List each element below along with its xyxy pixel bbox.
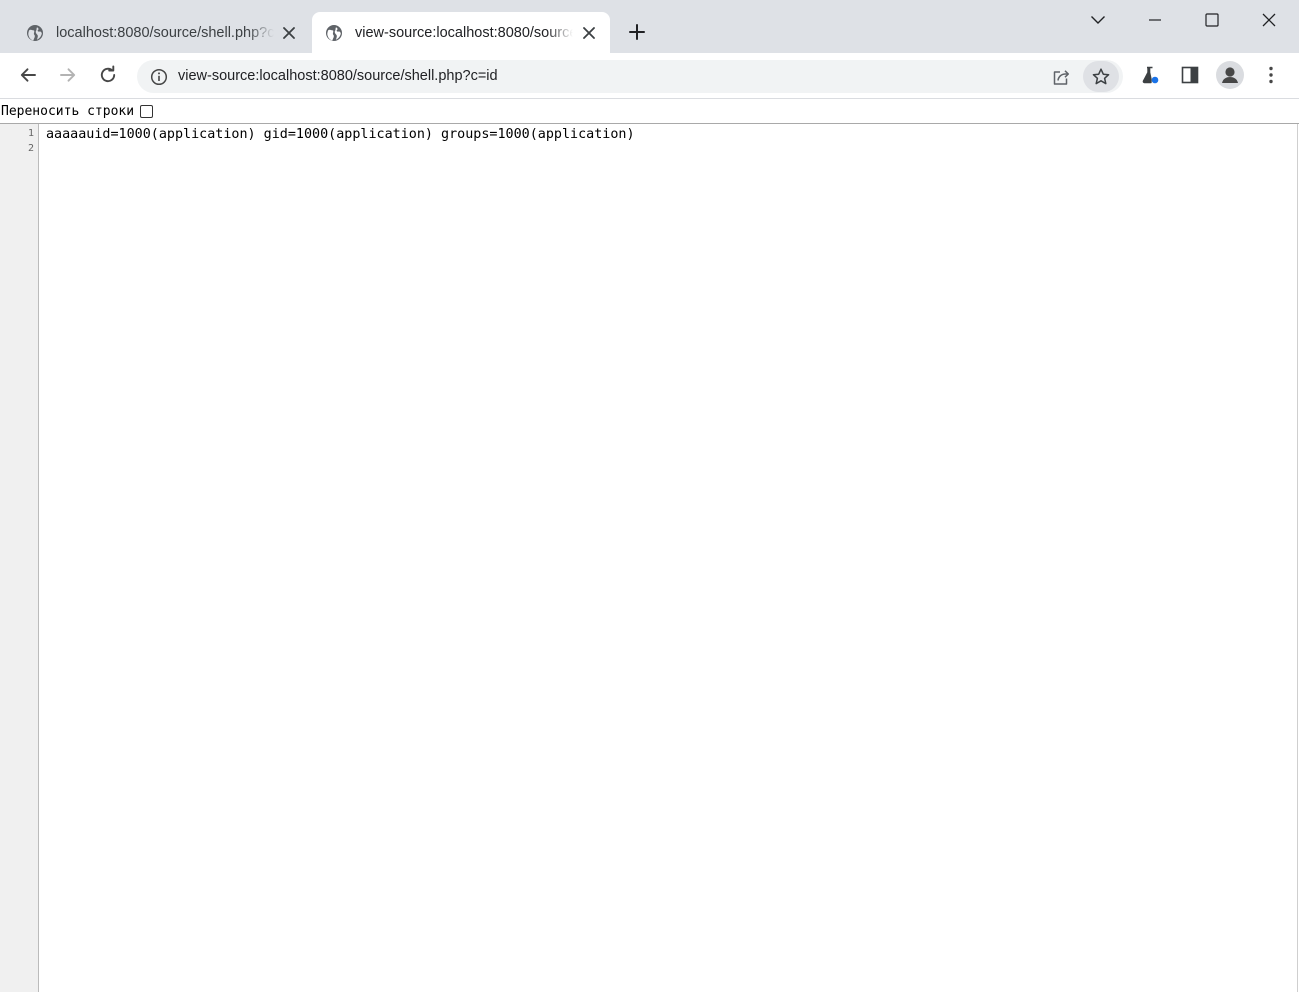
close-icon[interactable] xyxy=(280,24,298,42)
source-line: 1 aaaaauid=1000(application) gid=1000(ap… xyxy=(0,124,1298,142)
plus-icon xyxy=(629,24,645,40)
kebab-menu-icon xyxy=(1269,66,1273,84)
back-button[interactable] xyxy=(11,58,45,92)
forward-arrow-icon xyxy=(60,68,76,82)
tab-title: localhost:8080/source/shell.php?c=id xyxy=(56,24,274,41)
labs-button[interactable] xyxy=(1133,58,1167,92)
reload-button[interactable] xyxy=(91,58,125,92)
page-content: Переносить строки 1 aaaaauid=1000(applic… xyxy=(0,99,1299,992)
reload-icon xyxy=(100,65,116,83)
profile-button[interactable] xyxy=(1213,58,1247,92)
tab-search-button[interactable] xyxy=(1075,2,1121,38)
star-icon xyxy=(1092,67,1110,84)
tab-strip: localhost:8080/source/shell.php?c=id vie… xyxy=(0,0,1299,53)
close-icon[interactable] xyxy=(580,24,598,42)
back-arrow-icon xyxy=(20,68,36,82)
tab-view-source[interactable]: view-source:localhost:8080/source/shell.… xyxy=(312,12,610,53)
minimize-icon xyxy=(1149,19,1161,21)
browser-window: localhost:8080/source/shell.php?c=id vie… xyxy=(0,0,1299,992)
line-wrap-form: Переносить строки xyxy=(0,99,1299,124)
bookmark-button[interactable] xyxy=(1083,61,1119,92)
share-button[interactable] xyxy=(1046,62,1076,92)
close-window-button[interactable] xyxy=(1246,2,1292,38)
line-wrap-label[interactable]: Переносить строки xyxy=(0,104,134,119)
maximize-icon xyxy=(1205,13,1219,27)
new-tab-button[interactable] xyxy=(623,18,651,46)
share-icon xyxy=(1053,70,1070,85)
line-wrap-checkbox[interactable] xyxy=(140,104,154,118)
address-bar[interactable]: view-source:localhost:8080/source/shell.… xyxy=(137,60,1123,93)
globe-icon xyxy=(325,24,343,42)
avatar-icon xyxy=(1222,67,1238,83)
globe-icon xyxy=(26,24,44,42)
menu-button[interactable] xyxy=(1254,58,1288,92)
toolbar: view-source:localhost:8080/source/shell.… xyxy=(0,53,1299,99)
forward-button[interactable] xyxy=(51,58,85,92)
side-panel-icon xyxy=(1181,66,1199,84)
source-view: 1 aaaaauid=1000(application) gid=1000(ap… xyxy=(0,124,1298,992)
maximize-button[interactable] xyxy=(1189,2,1235,38)
info-icon[interactable] xyxy=(149,67,168,86)
side-panel-button[interactable] xyxy=(1173,58,1207,92)
tab-title: view-source:localhost:8080/source/shell.… xyxy=(355,24,573,41)
close-window-icon xyxy=(1262,13,1276,27)
tab-shell-php[interactable]: localhost:8080/source/shell.php?c=id xyxy=(14,12,310,53)
avatar xyxy=(1216,61,1244,89)
flask-icon xyxy=(1142,66,1159,84)
chevron-down-icon xyxy=(1091,16,1105,24)
minimize-button[interactable] xyxy=(1132,2,1178,38)
url-text[interactable]: view-source:localhost:8080/source/shell.… xyxy=(178,67,498,86)
line-number: 2 xyxy=(27,143,34,154)
source-line: 2 xyxy=(0,139,1298,154)
line-number-gutter xyxy=(0,124,39,992)
